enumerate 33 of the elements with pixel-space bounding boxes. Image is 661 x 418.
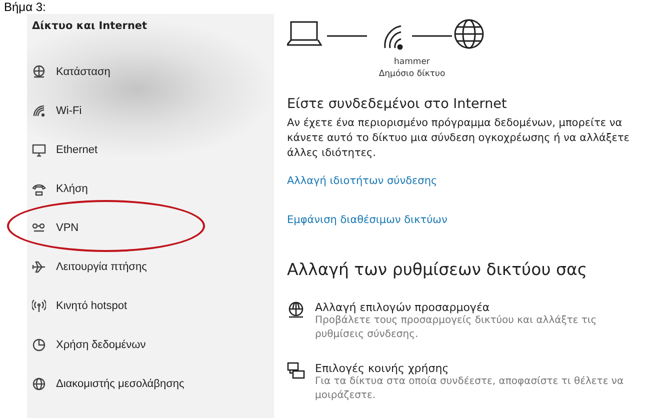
pie-chart-icon — [32, 338, 46, 352]
sidebar-item[interactable]: Κατάσταση — [56, 66, 110, 78]
globe-monitor-icon — [32, 64, 46, 78]
phone-icon — [32, 182, 46, 196]
step-caption: Βήμα 3: — [3, 0, 47, 14]
network-name: hammer — [394, 56, 430, 68]
sidebar-item[interactable]: Κινητό hotspot — [56, 300, 128, 312]
settings-link[interactable]: Αλλαγή ιδιοτήτων σύνδεσης — [287, 175, 438, 187]
globe-monitor-icon — [287, 301, 305, 319]
network-type: Δημόσιο δίκτυο — [378, 68, 446, 80]
sidebar-item[interactable]: Λειτουργία πτήσης — [56, 260, 147, 272]
globe-icon — [32, 376, 46, 390]
airplane-icon — [32, 260, 46, 274]
sidebar-item[interactable]: Κλήση — [56, 182, 88, 194]
sidebar-title: Δίκτυο και Internet — [31, 20, 148, 34]
sidebar-item[interactable]: Wi-Fi — [56, 104, 82, 116]
section-heading: Αλλαγή των ρυθμίσεων δικτύου σας — [287, 260, 588, 279]
option-title[interactable]: Αλλαγή επιλογών προσαρμογέα — [315, 301, 645, 314]
settings-link[interactable]: Εμφάνιση διαθέσιμων δικτύων — [287, 214, 448, 226]
vpn-icon — [32, 220, 46, 234]
sidebar-item[interactable]: Ethernet — [56, 144, 98, 156]
wifi-icon — [32, 104, 46, 118]
status-description: Αν έχετε ένα περιορισμένο πρόγραμμα δεδομένων, μπορείτε να κάνετε αυτό το δίκτυο μια σύνδεση ογκοχρέωσης ή να αλλάξετε άλλες ιδιότητες. — [287, 116, 630, 161]
status-heading: Είστε συνδεδεμένοι στο Internet — [287, 96, 508, 112]
sidebar-item[interactable]: Διακομιστής μεσολάβησης — [56, 378, 184, 390]
option-title[interactable]: Επιλογές κοινής χρήσης — [315, 362, 645, 375]
sidebar-item[interactable]: Χρήση δεδομένων — [56, 338, 146, 350]
hotspot-icon — [32, 298, 46, 312]
option-description: Για τα δίκτυα στα οποία συνδέεστε, αποφασίστε τι θέλετε να μοιράζεστε. — [315, 375, 625, 403]
option-description: Προβάλετε τους προσαρμογείς δικτύου και αλλάξτε τις ρυθμίσεις σύνδεσης. — [315, 314, 598, 342]
sharing-monitors-icon — [287, 362, 305, 380]
sidebar-item[interactable]: VPN — [56, 222, 79, 234]
monitor-icon — [32, 142, 46, 156]
